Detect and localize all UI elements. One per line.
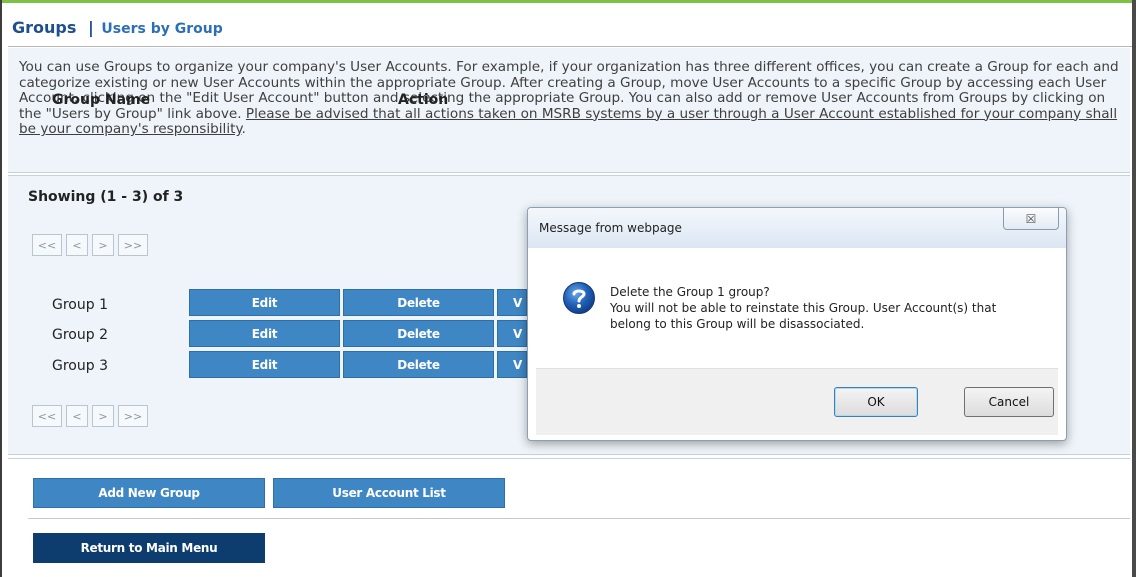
- footer-divider: [28, 518, 1130, 519]
- prev-page-button[interactable]: <: [66, 405, 88, 427]
- confirm-dialog: Message from webpage ☒ Delete the Group …: [527, 207, 1067, 441]
- view-button[interactable]: V: [497, 289, 527, 316]
- groups-link[interactable]: Groups: [12, 18, 76, 37]
- dialog-title: Message from webpage: [539, 221, 682, 235]
- view-button[interactable]: V: [497, 320, 527, 347]
- pager-bottom: << < > >>: [32, 405, 148, 427]
- users-by-group-link[interactable]: Users by Group: [101, 21, 222, 37]
- prev-page-button[interactable]: <: [66, 234, 88, 256]
- dialog-message-line3: belong to this Group will be disassociat…: [610, 317, 865, 331]
- delete-button[interactable]: Delete: [343, 351, 494, 378]
- next-page-button[interactable]: >: [92, 234, 114, 256]
- question-icon: [562, 281, 596, 319]
- panel-divider: [8, 458, 1130, 459]
- header-separator: |: [87, 18, 94, 37]
- column-header-action: Action: [398, 92, 449, 108]
- view-button[interactable]: V: [497, 351, 527, 378]
- last-page-button[interactable]: >>: [118, 405, 148, 427]
- dialog-titlebar: Message from webpage ☒: [528, 208, 1066, 248]
- top-accent-line: [0, 0, 1136, 3]
- close-icon: ☒: [1025, 211, 1037, 226]
- dialog-message-line2: You will not be able to reinstate this G…: [610, 301, 997, 315]
- pager-top: << < > >>: [32, 234, 148, 256]
- page-header: Groups | Users by Group: [12, 18, 223, 37]
- delete-button[interactable]: Delete: [343, 320, 494, 347]
- intro-text: You can use Groups to organize your comp…: [19, 59, 1125, 138]
- return-to-main-menu-button[interactable]: Return to Main Menu: [33, 533, 265, 563]
- showing-count: Showing (1 - 3) of 3: [28, 189, 184, 205]
- dialog-footer: OK Cancel: [536, 368, 1058, 435]
- left-border: [0, 0, 2, 577]
- ok-button[interactable]: OK: [834, 387, 918, 417]
- dialog-message: Delete the Group 1 group? You will not b…: [610, 284, 1050, 332]
- intro-period: .: [241, 121, 246, 137]
- user-account-list-button[interactable]: User Account List: [273, 478, 505, 508]
- intro-box: You can use Groups to organize your comp…: [8, 48, 1130, 173]
- close-button[interactable]: ☒: [1003, 208, 1059, 230]
- header-divider: [8, 46, 1132, 47]
- cancel-button[interactable]: Cancel: [964, 387, 1054, 417]
- first-page-button[interactable]: <<: [32, 234, 62, 256]
- next-page-button[interactable]: >: [92, 405, 114, 427]
- dialog-content: Delete the Group 1 group? You will not b…: [536, 248, 1058, 435]
- last-page-button[interactable]: >>: [118, 234, 148, 256]
- dialog-message-line1: Delete the Group 1 group?: [610, 285, 770, 299]
- group-name-2: Group 2: [52, 327, 108, 343]
- group-name-1: Group 1: [52, 297, 108, 313]
- add-new-group-button[interactable]: Add New Group: [33, 478, 265, 508]
- edit-button[interactable]: Edit: [189, 351, 340, 378]
- edit-button[interactable]: Edit: [189, 289, 340, 316]
- delete-button[interactable]: Delete: [343, 289, 494, 316]
- column-header-group-name: Group Name: [52, 92, 151, 108]
- edit-button[interactable]: Edit: [189, 320, 340, 347]
- first-page-button[interactable]: <<: [32, 405, 62, 427]
- right-border: [1132, 0, 1136, 577]
- group-name-3: Group 3: [52, 358, 108, 374]
